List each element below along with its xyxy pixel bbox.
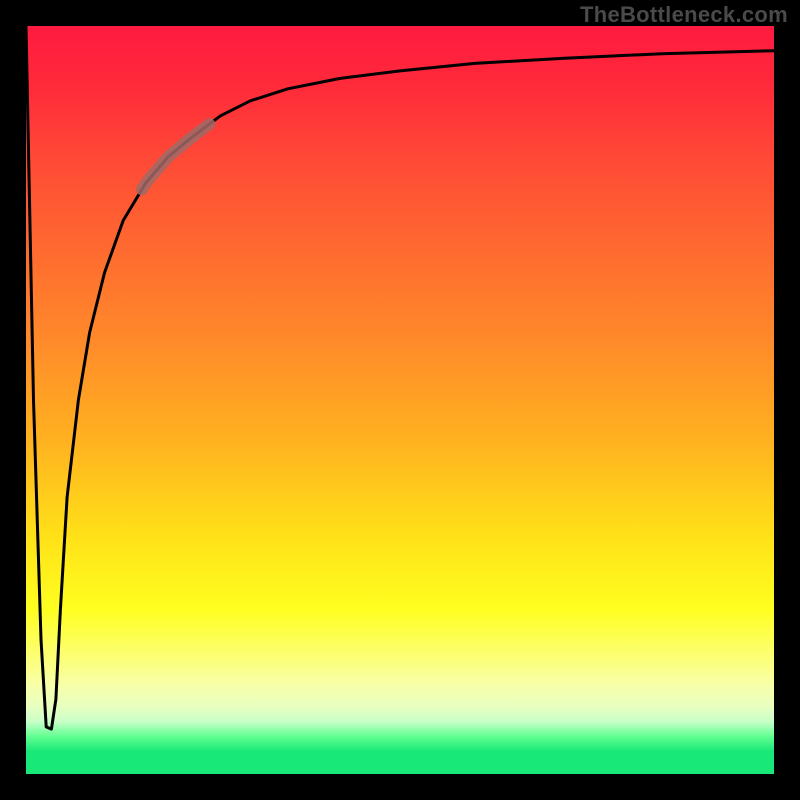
- curve-soft-segment: [142, 124, 209, 189]
- chart-curve: [26, 26, 774, 774]
- chart-plot-area: [26, 26, 774, 774]
- watermark-text: TheBottleneck.com: [580, 2, 788, 28]
- chart-container: TheBottleneck.com: [0, 0, 800, 800]
- curve-path-main: [26, 26, 774, 729]
